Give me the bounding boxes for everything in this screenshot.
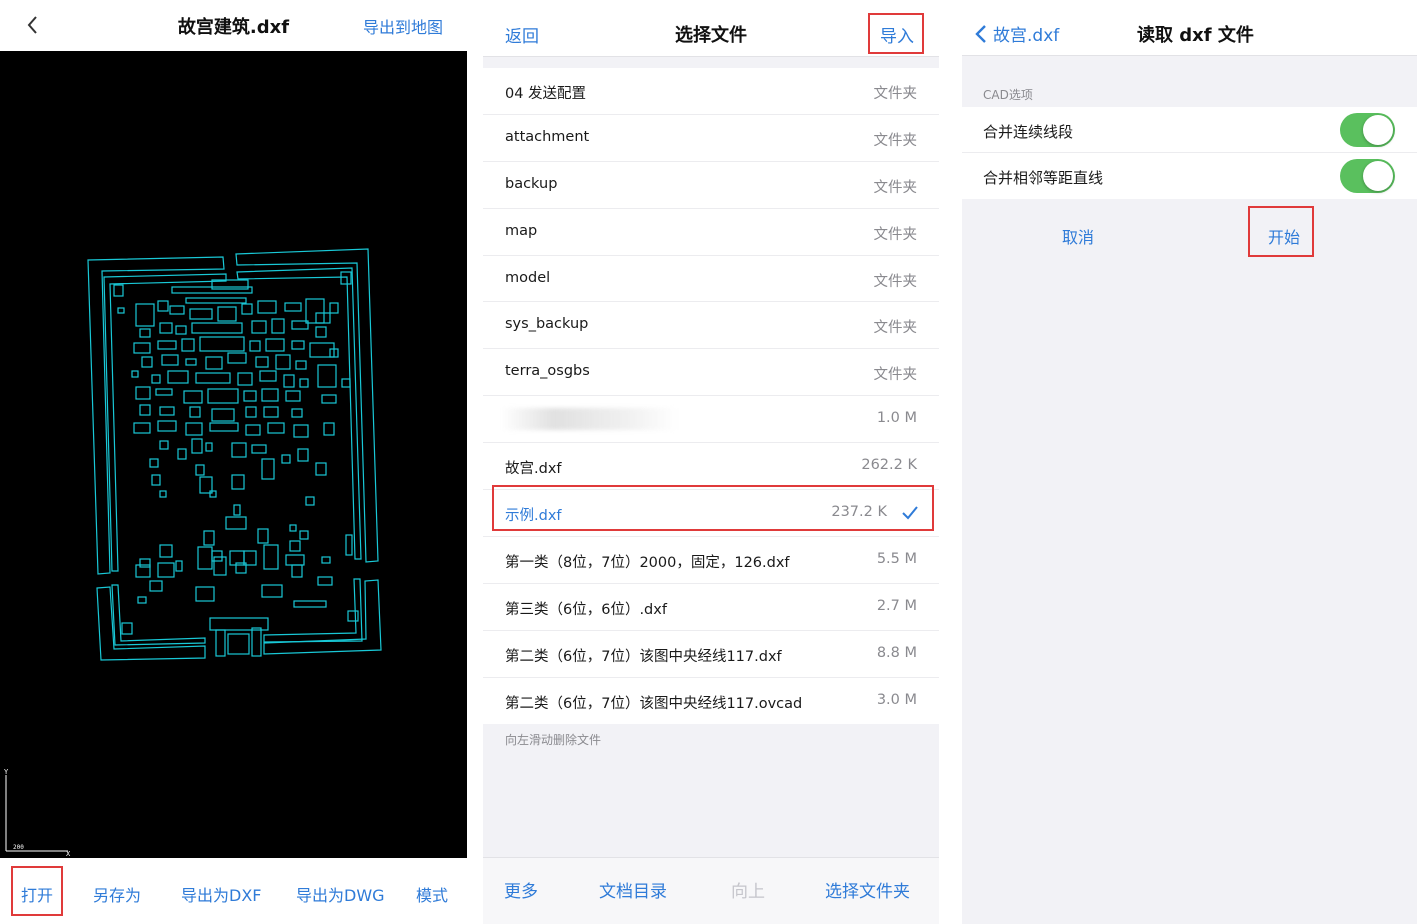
- import-button[interactable]: 导入: [880, 22, 914, 47]
- scale-label: 200: [13, 844, 24, 851]
- file-row[interactable]: 第二类（6位，7位）该图中央经线117.ovcad 3.0 M: [483, 678, 939, 725]
- file-row[interactable]: 第一类（8位，7位）2000，固定，126.dxf 5.5 M: [483, 537, 939, 584]
- file-row[interactable]: 第二类（6位，7位）该图中央经线117.dxf 8.8 M: [483, 631, 939, 678]
- file-row[interactable]: 第三类（6位，6位）.dxf 2.7 M: [483, 584, 939, 631]
- option-label: 合并相邻等距直线: [983, 169, 1104, 187]
- file-name: 第三类（6位，6位）.dxf: [505, 601, 667, 618]
- merge-segments-toggle[interactable]: [1340, 113, 1395, 147]
- toggle-knob: [1363, 161, 1393, 191]
- back-label: 故宫.dxf: [993, 26, 1060, 46]
- swipe-hint: 向左滑动删除文件: [505, 733, 602, 747]
- start-button[interactable]: 开始: [1268, 224, 1300, 248]
- file-row[interactable]: terra_osgbs 文件夹: [483, 349, 939, 397]
- file-meta: 文件夹: [873, 320, 918, 337]
- redacted-filename: [501, 408, 679, 431]
- picker-nav-bar: 返回 选择文件 导入: [483, 0, 939, 57]
- cad-options-list: 合并连续线段 合并相邻等距直线: [962, 107, 1417, 199]
- outer-wall: [87, 256, 225, 575]
- file-row[interactable]: 故宫.dxf 262.2 K: [483, 443, 939, 491]
- file-name: 故宫.dxf: [505, 461, 562, 478]
- up-button[interactable]: 向上: [731, 877, 765, 902]
- select-folder-button[interactable]: 选择文件夹: [825, 877, 910, 902]
- viewer-toolbar: 打开 另存为 导出为DXF 导出为DWG 模式: [0, 858, 467, 924]
- file-name: terra_osgbs: [505, 363, 590, 380]
- save-as-button[interactable]: 另存为: [93, 882, 141, 906]
- file-row[interactable]: backup 文件夹: [483, 162, 939, 209]
- merge-parallel-lines-toggle[interactable]: [1340, 159, 1395, 193]
- file-meta: 文件夹: [873, 132, 918, 149]
- file-meta: 2.7 M: [876, 597, 917, 614]
- export-dwg-button[interactable]: 导出为DWG: [296, 882, 385, 906]
- file-meta: 1.0 M: [876, 410, 917, 427]
- file-picker-panel: 返回 选择文件 导入 04 发送配置 文件夹 attachment 文件夹 back…: [483, 0, 939, 924]
- picker-toolbar: 更多 文档目录 向上 选择文件夹: [483, 857, 939, 924]
- cad-canvas[interactable]: Y X 200: [0, 51, 467, 858]
- file-name: 第一类（8位，7位）2000，固定，126.dxf: [505, 554, 790, 571]
- file-meta: 文件夹: [873, 367, 918, 384]
- file-name: sys_backup: [505, 316, 589, 333]
- option-row: 合并连续线段: [962, 107, 1417, 153]
- y-axis-label: Y: [4, 768, 9, 776]
- file-row[interactable]: sys_backup 文件夹: [483, 302, 939, 350]
- cad-drawing: Y X 200: [4, 248, 382, 858]
- file-row[interactable]: map 文件夹: [483, 209, 939, 256]
- viewer-nav-bar: 故宫建筑.dxf 导出到地图: [0, 0, 467, 51]
- file-meta: 文件夹: [873, 226, 918, 243]
- file-row[interactable]: attachment 文件夹: [483, 115, 939, 162]
- file-name: 第二类（6位，7位）该图中央经线117.ovcad: [505, 695, 803, 712]
- file-meta: 文件夹: [873, 86, 918, 102]
- export-to-map-button[interactable]: 导出到地图: [363, 14, 443, 38]
- cancel-button[interactable]: 取消: [1062, 224, 1094, 248]
- file-row[interactable]: 1.0 M: [483, 396, 939, 444]
- file-meta: 3.0 M: [876, 691, 917, 708]
- chevron-left-icon: [975, 25, 986, 43]
- option-row: 合并相邻等距直线: [962, 153, 1417, 199]
- file-row[interactable]: model 文件夹: [483, 256, 939, 303]
- more-button[interactable]: 更多: [504, 877, 538, 902]
- section-header: CAD选项: [983, 88, 1033, 102]
- file-meta: 文件夹: [873, 179, 918, 196]
- export-dxf-button[interactable]: 导出为DXF: [181, 882, 262, 906]
- options-title: 读取 dxf 文件: [1137, 25, 1254, 46]
- documents-directory-button[interactable]: 文档目录: [599, 877, 667, 902]
- file-name: 04 发送配置: [505, 86, 587, 102]
- open-button[interactable]: 打开: [21, 882, 53, 906]
- dxf-viewer-panel: 故宫建筑.dxf 导出到地图 Y X 200 打开 另存为 导出为DXF 导出为…: [0, 0, 467, 924]
- selected-file-highlight-box: [492, 485, 934, 531]
- file-meta: 262.2 K: [861, 457, 917, 474]
- file-meta: 5.5 M: [876, 550, 917, 567]
- option-label: 合并连续线段: [983, 123, 1074, 141]
- file-meta: 文件夹: [873, 273, 918, 290]
- file-meta: 8.8 M: [876, 644, 917, 661]
- file-name: backup: [505, 175, 558, 192]
- file-list: 04 发送配置 文件夹 attachment 文件夹 backup 文件夹 map 文件…: [483, 68, 939, 725]
- back-to-file-button[interactable]: 故宫.dxf: [975, 21, 1059, 46]
- x-axis-label: X: [66, 850, 71, 858]
- mode-button[interactable]: 模式: [416, 882, 448, 906]
- file-name: map: [505, 222, 538, 239]
- file-name: attachment: [505, 128, 590, 145]
- file-row[interactable]: 04 发送配置 文件夹: [483, 68, 939, 115]
- file-name: 第二类（6位，7位）该图中央经线117.dxf: [505, 648, 782, 665]
- toggle-knob: [1363, 115, 1393, 145]
- dxf-options-panel: 故宫.dxf 读取 dxf 文件 CAD选项 合并连续线段 合并相邻等距直线 取…: [962, 0, 1417, 924]
- options-nav-bar: 故宫.dxf 读取 dxf 文件: [962, 0, 1417, 56]
- file-name: model: [505, 269, 551, 286]
